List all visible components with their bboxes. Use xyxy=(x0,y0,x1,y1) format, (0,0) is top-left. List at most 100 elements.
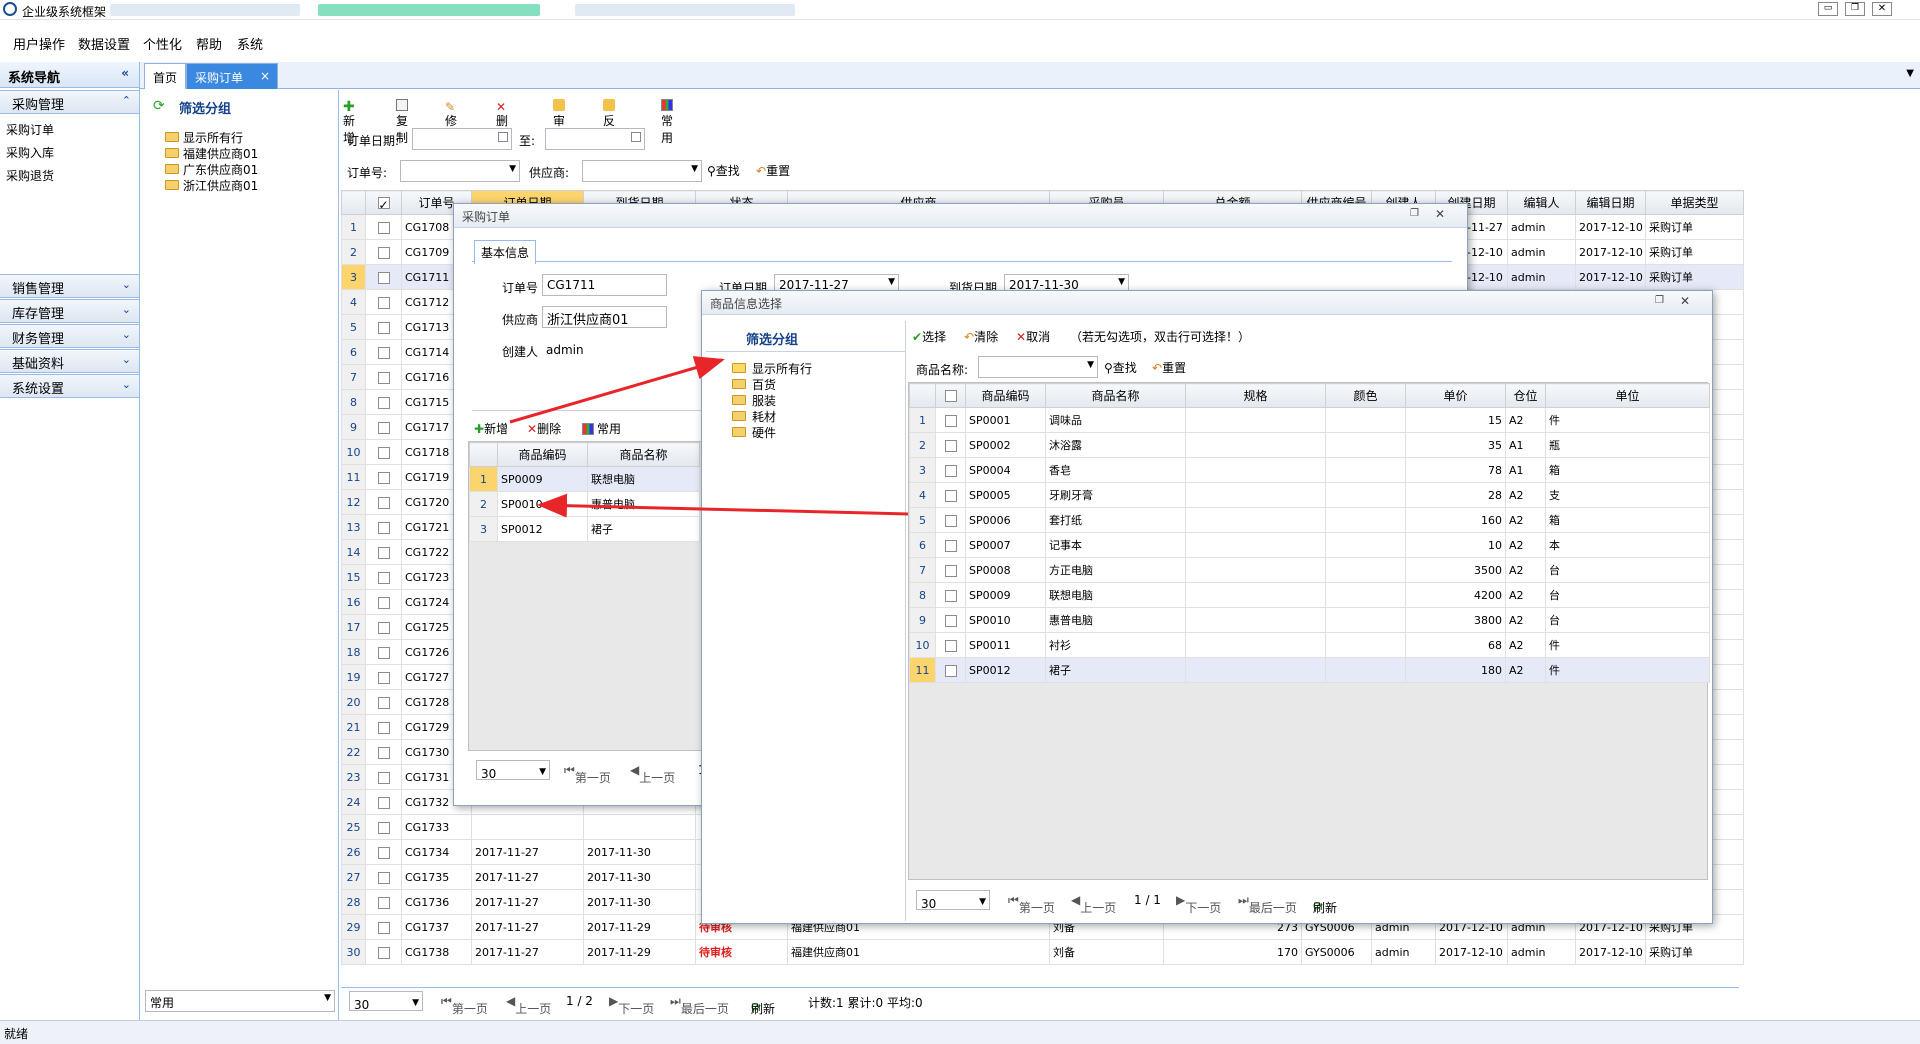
first-page-button[interactable]: ⏮ 第一页 xyxy=(1008,893,1055,915)
common-button[interactable]: 常用 xyxy=(582,417,621,439)
prev-page-button[interactable]: ◀ 上一页 xyxy=(1071,893,1116,915)
row-checkbox[interactable] xyxy=(935,432,966,458)
row-checkbox[interactable] xyxy=(365,739,402,765)
row-checkbox[interactable] xyxy=(365,939,402,965)
clear-button[interactable]: ↶清除 xyxy=(964,325,998,347)
nav-section-finance[interactable]: 财务管理 ⌄ xyxy=(0,324,139,348)
calendar-icon[interactable] xyxy=(631,132,641,142)
row-checkbox[interactable] xyxy=(365,589,402,615)
row-checkbox[interactable] xyxy=(935,557,966,583)
nav-item-purchase-receipt[interactable]: 采购入库 xyxy=(6,144,54,161)
row-checkbox[interactable] xyxy=(365,639,402,665)
table-row[interactable]: 2 SP0010 惠普电脑 xyxy=(469,491,700,517)
table-row[interactable]: 6 SP0007 记事本 10 A2 本 xyxy=(909,532,1710,558)
add-button[interactable]: ✚新增 xyxy=(343,95,358,145)
menu-personalize[interactable]: 个性化 xyxy=(143,34,182,53)
table-row[interactable]: 2 SP0002 沐浴露 35 A1 瓶 xyxy=(909,432,1710,458)
prev-page-button[interactable]: ◀ 上一页 xyxy=(630,763,675,785)
first-page-button[interactable]: ⏮ 第一页 xyxy=(564,763,611,785)
row-checkbox[interactable] xyxy=(935,507,966,533)
first-page-button[interactable]: ⏮ 第一页 xyxy=(441,994,488,1016)
row-checkbox[interactable] xyxy=(365,914,402,940)
tree-item-all[interactable]: 显示所有行 xyxy=(752,360,812,377)
row-checkbox[interactable] xyxy=(365,664,402,690)
tree-item-all[interactable]: 显示所有行 xyxy=(183,129,243,146)
supplier-field[interactable]: 浙江供应商01 xyxy=(542,306,667,328)
row-checkbox[interactable] xyxy=(935,607,966,633)
menu-help[interactable]: 帮助 xyxy=(196,34,222,53)
table-row[interactable]: 9 SP0010 惠普电脑 3800 A2 台 xyxy=(909,607,1710,633)
restore-button[interactable]: ❐ xyxy=(1845,2,1865,16)
calendar-icon[interactable] xyxy=(498,132,508,142)
supplier-input[interactable]: ▼ xyxy=(582,160,702,182)
row-checkbox[interactable] xyxy=(365,764,402,790)
row-checkbox[interactable] xyxy=(365,389,402,415)
row-checkbox[interactable] xyxy=(365,714,402,740)
table-row[interactable]: 30 CG1738 2017-11-27 2017-11-29 待审核 福建供应商01 刘备… xyxy=(341,939,1744,965)
row-checkbox[interactable] xyxy=(365,839,402,865)
table-row[interactable]: 8 SP0009 联想电脑 4200 A2 台 xyxy=(909,582,1710,608)
edit-button[interactable]: ✎修改 xyxy=(445,95,460,145)
close-icon[interactable]: ✕ xyxy=(1435,207,1445,221)
tab-purchase-order[interactable]: 采购订单 × xyxy=(186,63,278,89)
row-checkbox[interactable] xyxy=(935,407,966,433)
order-date-to-input[interactable] xyxy=(545,128,645,150)
select-all-checkbox[interactable] xyxy=(935,383,966,408)
table-row[interactable]: 7 SP0008 方正电脑 3500 A2 台 xyxy=(909,557,1710,583)
last-page-button[interactable]: ⏭ 最后一页 xyxy=(1238,893,1297,915)
row-checkbox[interactable] xyxy=(935,482,966,508)
reset-button[interactable]: ↶重置 xyxy=(1152,359,1186,376)
page-size-select[interactable]: 30 ▼ xyxy=(349,991,423,1012)
close-icon[interactable]: ✕ xyxy=(1680,294,1690,308)
row-checkbox[interactable] xyxy=(365,864,402,890)
tab-menu-icon[interactable]: ▼ xyxy=(1906,68,1914,79)
common-button[interactable]: 常用 xyxy=(661,95,676,145)
close-tab-icon[interactable]: × xyxy=(260,69,270,83)
tree-item-general[interactable]: 百货 xyxy=(752,376,776,393)
row-checkbox[interactable] xyxy=(365,539,402,565)
row-checkbox[interactable] xyxy=(365,214,402,240)
row-checkbox[interactable] xyxy=(365,314,402,340)
row-checkbox[interactable] xyxy=(935,582,966,608)
tree-item-hardware[interactable]: 硬件 xyxy=(752,424,776,441)
table-row[interactable]: 11 SP0012 裙子 180 A2 件 xyxy=(909,657,1710,683)
order-no-input[interactable]: ▼ xyxy=(400,160,520,182)
nav-section-basic-data[interactable]: 基础资料 ⌄ xyxy=(0,349,139,373)
row-checkbox[interactable] xyxy=(365,364,402,390)
table-row[interactable]: 3 SP0004 香皂 78 A1 箱 xyxy=(909,457,1710,483)
last-page-button[interactable]: ⏭ 最后一页 xyxy=(670,994,729,1016)
add-line-button[interactable]: ✚新增 xyxy=(474,417,508,439)
minimize-button[interactable]: ▭ xyxy=(1818,2,1838,16)
find-button[interactable]: ⚲查找 xyxy=(1104,359,1137,376)
unapprove-button[interactable]: 反审 xyxy=(603,95,618,145)
row-checkbox[interactable] xyxy=(365,889,402,915)
page-size-select[interactable]: 30 ▼ xyxy=(916,890,990,911)
select-button[interactable]: ✔选择 xyxy=(912,325,946,347)
row-checkbox[interactable] xyxy=(365,414,402,440)
cancel-button[interactable]: ✕取消 xyxy=(1016,325,1050,347)
menu-system[interactable]: 系统 xyxy=(237,34,263,53)
next-page-button[interactable]: ▶ 下一页 xyxy=(609,994,654,1016)
row-checkbox[interactable] xyxy=(935,532,966,558)
table-row[interactable]: 1 SP0001 调味品 15 A2 件 xyxy=(909,407,1710,433)
find-button[interactable]: ⚲查找 xyxy=(707,162,740,179)
page-size-select[interactable]: 30 ▼ xyxy=(476,760,550,781)
reset-button[interactable]: ↶重置 xyxy=(756,162,790,179)
delete-button[interactable]: ✕删除 xyxy=(496,95,511,145)
row-checkbox[interactable] xyxy=(935,457,966,483)
row-checkbox[interactable] xyxy=(365,789,402,815)
delete-line-button[interactable]: ✕删除 xyxy=(527,417,561,439)
tree-item-guangdong[interactable]: 广东供应商01 xyxy=(183,161,258,178)
product-name-input[interactable]: ▼ xyxy=(978,356,1098,378)
nav-section-system-settings[interactable]: 系统设置 ⌄ xyxy=(0,374,139,398)
row-checkbox[interactable] xyxy=(365,814,402,840)
order-date-from-input[interactable] xyxy=(412,128,512,150)
prev-page-button[interactable]: ◀ 上一页 xyxy=(506,994,551,1016)
maximize-icon[interactable]: ❐ xyxy=(1655,295,1664,306)
row-checkbox[interactable] xyxy=(365,239,402,265)
row-checkbox[interactable] xyxy=(365,614,402,640)
approve-button[interactable]: 审核 xyxy=(553,95,568,145)
row-checkbox[interactable] xyxy=(935,632,966,658)
tab-basic-info[interactable]: 基本信息 xyxy=(474,240,537,264)
row-checkbox[interactable] xyxy=(365,464,402,490)
